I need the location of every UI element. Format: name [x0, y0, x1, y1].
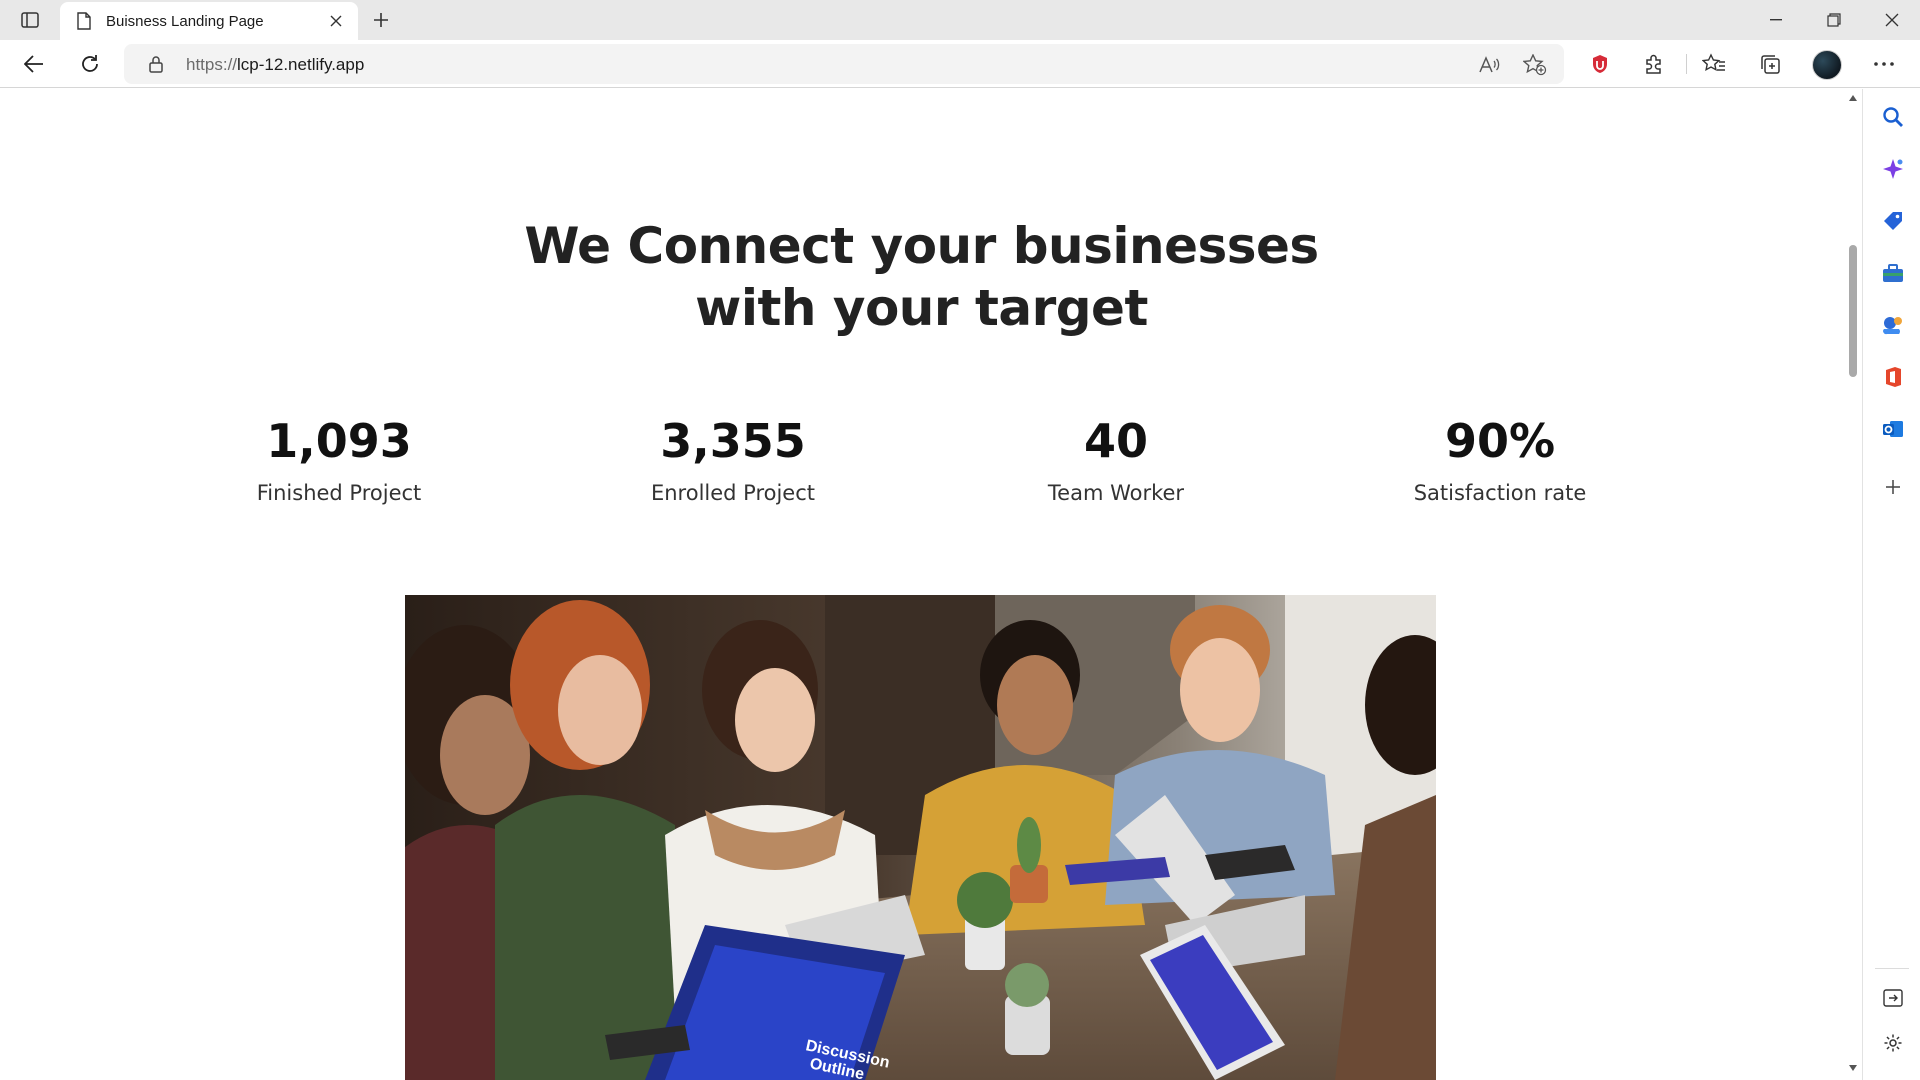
- stat-value: 90%: [1444, 414, 1556, 468]
- browser-titlebar: Buisness Landing Page: [0, 0, 1920, 40]
- headline-line-2: with your target: [695, 279, 1148, 337]
- scroll-up-arrow-icon[interactable]: [1848, 93, 1858, 103]
- browser-sidebar: [1862, 89, 1920, 1080]
- favorites-icon[interactable]: [1698, 48, 1730, 80]
- sidebar-divider: [1875, 968, 1909, 969]
- window-close-icon[interactable]: [1864, 0, 1920, 40]
- lock-icon[interactable]: [146, 54, 166, 74]
- url-host: lcp-12.netlify.app: [237, 55, 365, 74]
- refresh-icon[interactable]: [74, 48, 106, 80]
- games-icon[interactable]: [1879, 311, 1907, 339]
- stat-label: Satisfaction rate: [1413, 481, 1587, 505]
- read-aloud-icon[interactable]: [1476, 52, 1502, 78]
- page-viewport: We Connect your businesses with your tar…: [0, 89, 1843, 1080]
- tools-icon[interactable]: [1879, 259, 1907, 287]
- active-tab[interactable]: Buisness Landing Page: [60, 2, 358, 40]
- stat-label: Enrolled Project: [650, 481, 816, 505]
- stat-satisfaction-rate: 90% Satisfaction rate: [1340, 413, 1660, 507]
- plus-icon[interactable]: [366, 6, 396, 34]
- collections-icon[interactable]: [1754, 48, 1786, 80]
- scroll-thumb[interactable]: [1849, 245, 1857, 377]
- star-add-icon[interactable]: [1522, 52, 1548, 78]
- copilot-icon[interactable]: [1879, 155, 1907, 183]
- stat-finished-projects: 1,093 Finished Project: [179, 413, 499, 507]
- tab-actions-icon[interactable]: [16, 8, 44, 32]
- page-scrollbar[interactable]: [1843, 89, 1862, 1080]
- page-headline: We Connect your businesses with your tar…: [0, 215, 1843, 339]
- address-bar[interactable]: https://lcp-12.netlify.app: [124, 44, 1564, 84]
- stat-value: 3,355: [660, 414, 806, 468]
- page-icon: [74, 11, 94, 31]
- split-screen-icon[interactable]: [1879, 984, 1907, 1012]
- stat-enrolled-projects: 3,355 Enrolled Project: [573, 413, 893, 507]
- url-protocol: https://: [186, 55, 238, 74]
- headline-line-1: We Connect your businesses: [524, 217, 1319, 275]
- scroll-down-arrow-icon[interactable]: [1848, 1063, 1858, 1073]
- tab-title: Buisness Landing Page: [106, 12, 264, 30]
- more-icon[interactable]: [1868, 48, 1900, 80]
- shopping-tag-icon[interactable]: [1879, 207, 1907, 235]
- stat-label: Finished Project: [256, 481, 422, 505]
- restore-icon[interactable]: [1806, 0, 1862, 40]
- office-icon[interactable]: [1879, 363, 1907, 391]
- close-icon[interactable]: [322, 7, 350, 35]
- url-text[interactable]: https://lcp-12.netlify.app: [186, 55, 364, 75]
- stat-team-workers: 40 Team Worker: [956, 413, 1276, 507]
- back-arrow-icon[interactable]: [18, 48, 50, 80]
- avatar[interactable]: [1812, 50, 1842, 80]
- search-icon[interactable]: [1879, 103, 1907, 131]
- browser-toolbar: https://lcp-12.netlify.app: [0, 40, 1920, 88]
- shield-extension-icon[interactable]: [1584, 48, 1616, 80]
- team-photo: Discussion Outline: [405, 595, 1436, 1080]
- outlook-icon[interactable]: [1879, 415, 1907, 443]
- puzzle-icon[interactable]: [1638, 48, 1670, 80]
- minimize-icon[interactable]: [1748, 0, 1804, 40]
- toolbar-divider: [1686, 54, 1687, 74]
- settings-icon[interactable]: [1879, 1029, 1907, 1057]
- add-icon[interactable]: [1879, 473, 1907, 501]
- stat-value: 1,093: [266, 414, 412, 468]
- stat-label: Team Worker: [1047, 481, 1185, 505]
- stat-value: 40: [1083, 414, 1148, 468]
